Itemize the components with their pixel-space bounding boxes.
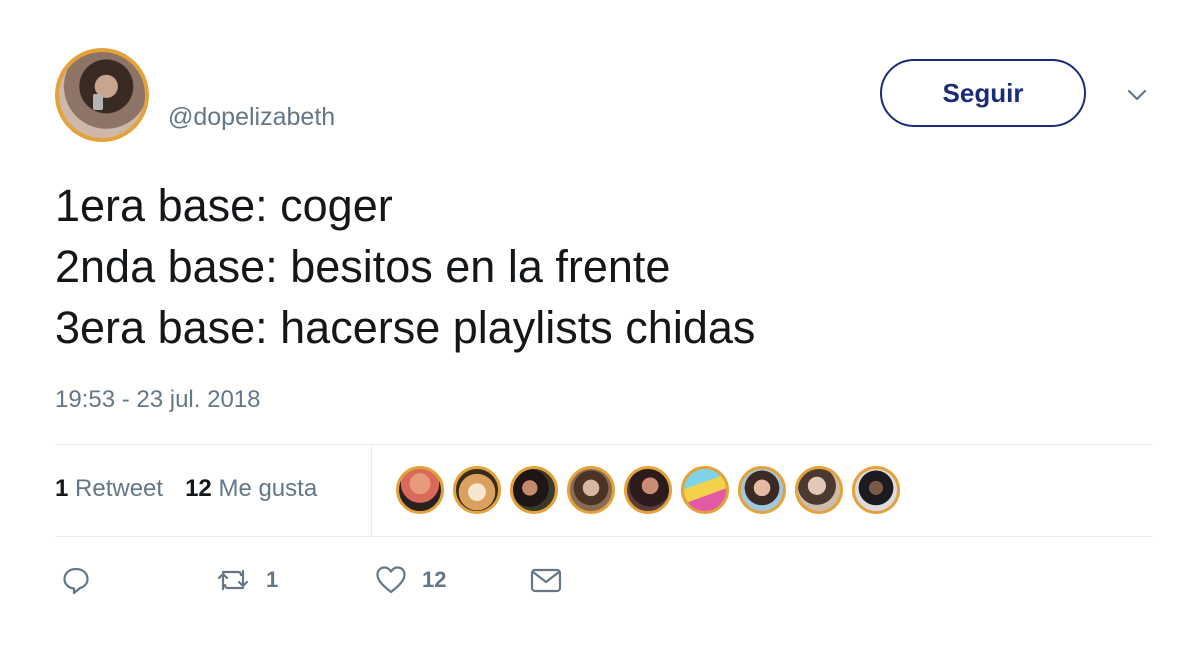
liker-avatar[interactable] (624, 466, 672, 514)
retweet-stat[interactable]: 1 Retweet (55, 474, 163, 504)
liker-avatar[interactable] (567, 466, 615, 514)
like-count: 12 (422, 567, 447, 592)
direct-message-button[interactable] (528, 564, 564, 596)
liker-avatar[interactable] (681, 466, 729, 514)
tweet-timestamp[interactable]: 19:53 - 23 jul. 2018 (55, 385, 261, 415)
like-stat-label: Me gusta (218, 475, 318, 502)
heart-icon (376, 566, 406, 594)
envelope-icon (530, 568, 562, 593)
tweet-line: 3era base: hacerse playlists chidas (55, 302, 756, 353)
tweet-stats: 1 Retweet 12 Me gusta (55, 474, 317, 504)
chevron-down-icon[interactable] (1122, 80, 1152, 110)
liker-avatar[interactable] (738, 466, 786, 514)
liker-avatar[interactable] (453, 466, 501, 514)
tweet-actions: 1 12 (0, 564, 1200, 598)
liker-avatar[interactable] (396, 466, 444, 514)
retweet-button[interactable]: 1 (214, 564, 278, 596)
reply-button[interactable] (60, 564, 92, 596)
liker-avatar[interactable] (852, 466, 900, 514)
liker-avatar[interactable] (795, 466, 843, 514)
tweet-line: 1era base: coger (55, 180, 393, 231)
divider-bottom (55, 536, 1153, 537)
user-handle[interactable]: @dopelizabeth (168, 102, 335, 132)
like-button[interactable]: 12 (374, 564, 446, 596)
tweet-line: 2nda base: besitos en la frente (55, 241, 671, 292)
like-stat[interactable]: 12 Me gusta (185, 474, 317, 504)
follow-button[interactable]: Seguir (880, 59, 1086, 127)
liker-avatar[interactable] (510, 466, 558, 514)
user-avatar[interactable] (55, 48, 149, 142)
divider-top (55, 444, 1153, 445)
like-stat-count: 12 (185, 475, 212, 502)
reply-icon (63, 567, 89, 595)
likers-avatars (396, 466, 900, 514)
retweet-count: 1 (266, 567, 279, 592)
retweet-icon (217, 569, 249, 591)
tweet-text: 1era base: coger 2nda base: besitos en l… (55, 175, 755, 358)
retweet-stat-count: 1 (55, 475, 69, 502)
retweet-stat-label: Retweet (75, 475, 164, 502)
stats-separator (371, 445, 372, 536)
avatar-phone-detail (93, 94, 103, 110)
